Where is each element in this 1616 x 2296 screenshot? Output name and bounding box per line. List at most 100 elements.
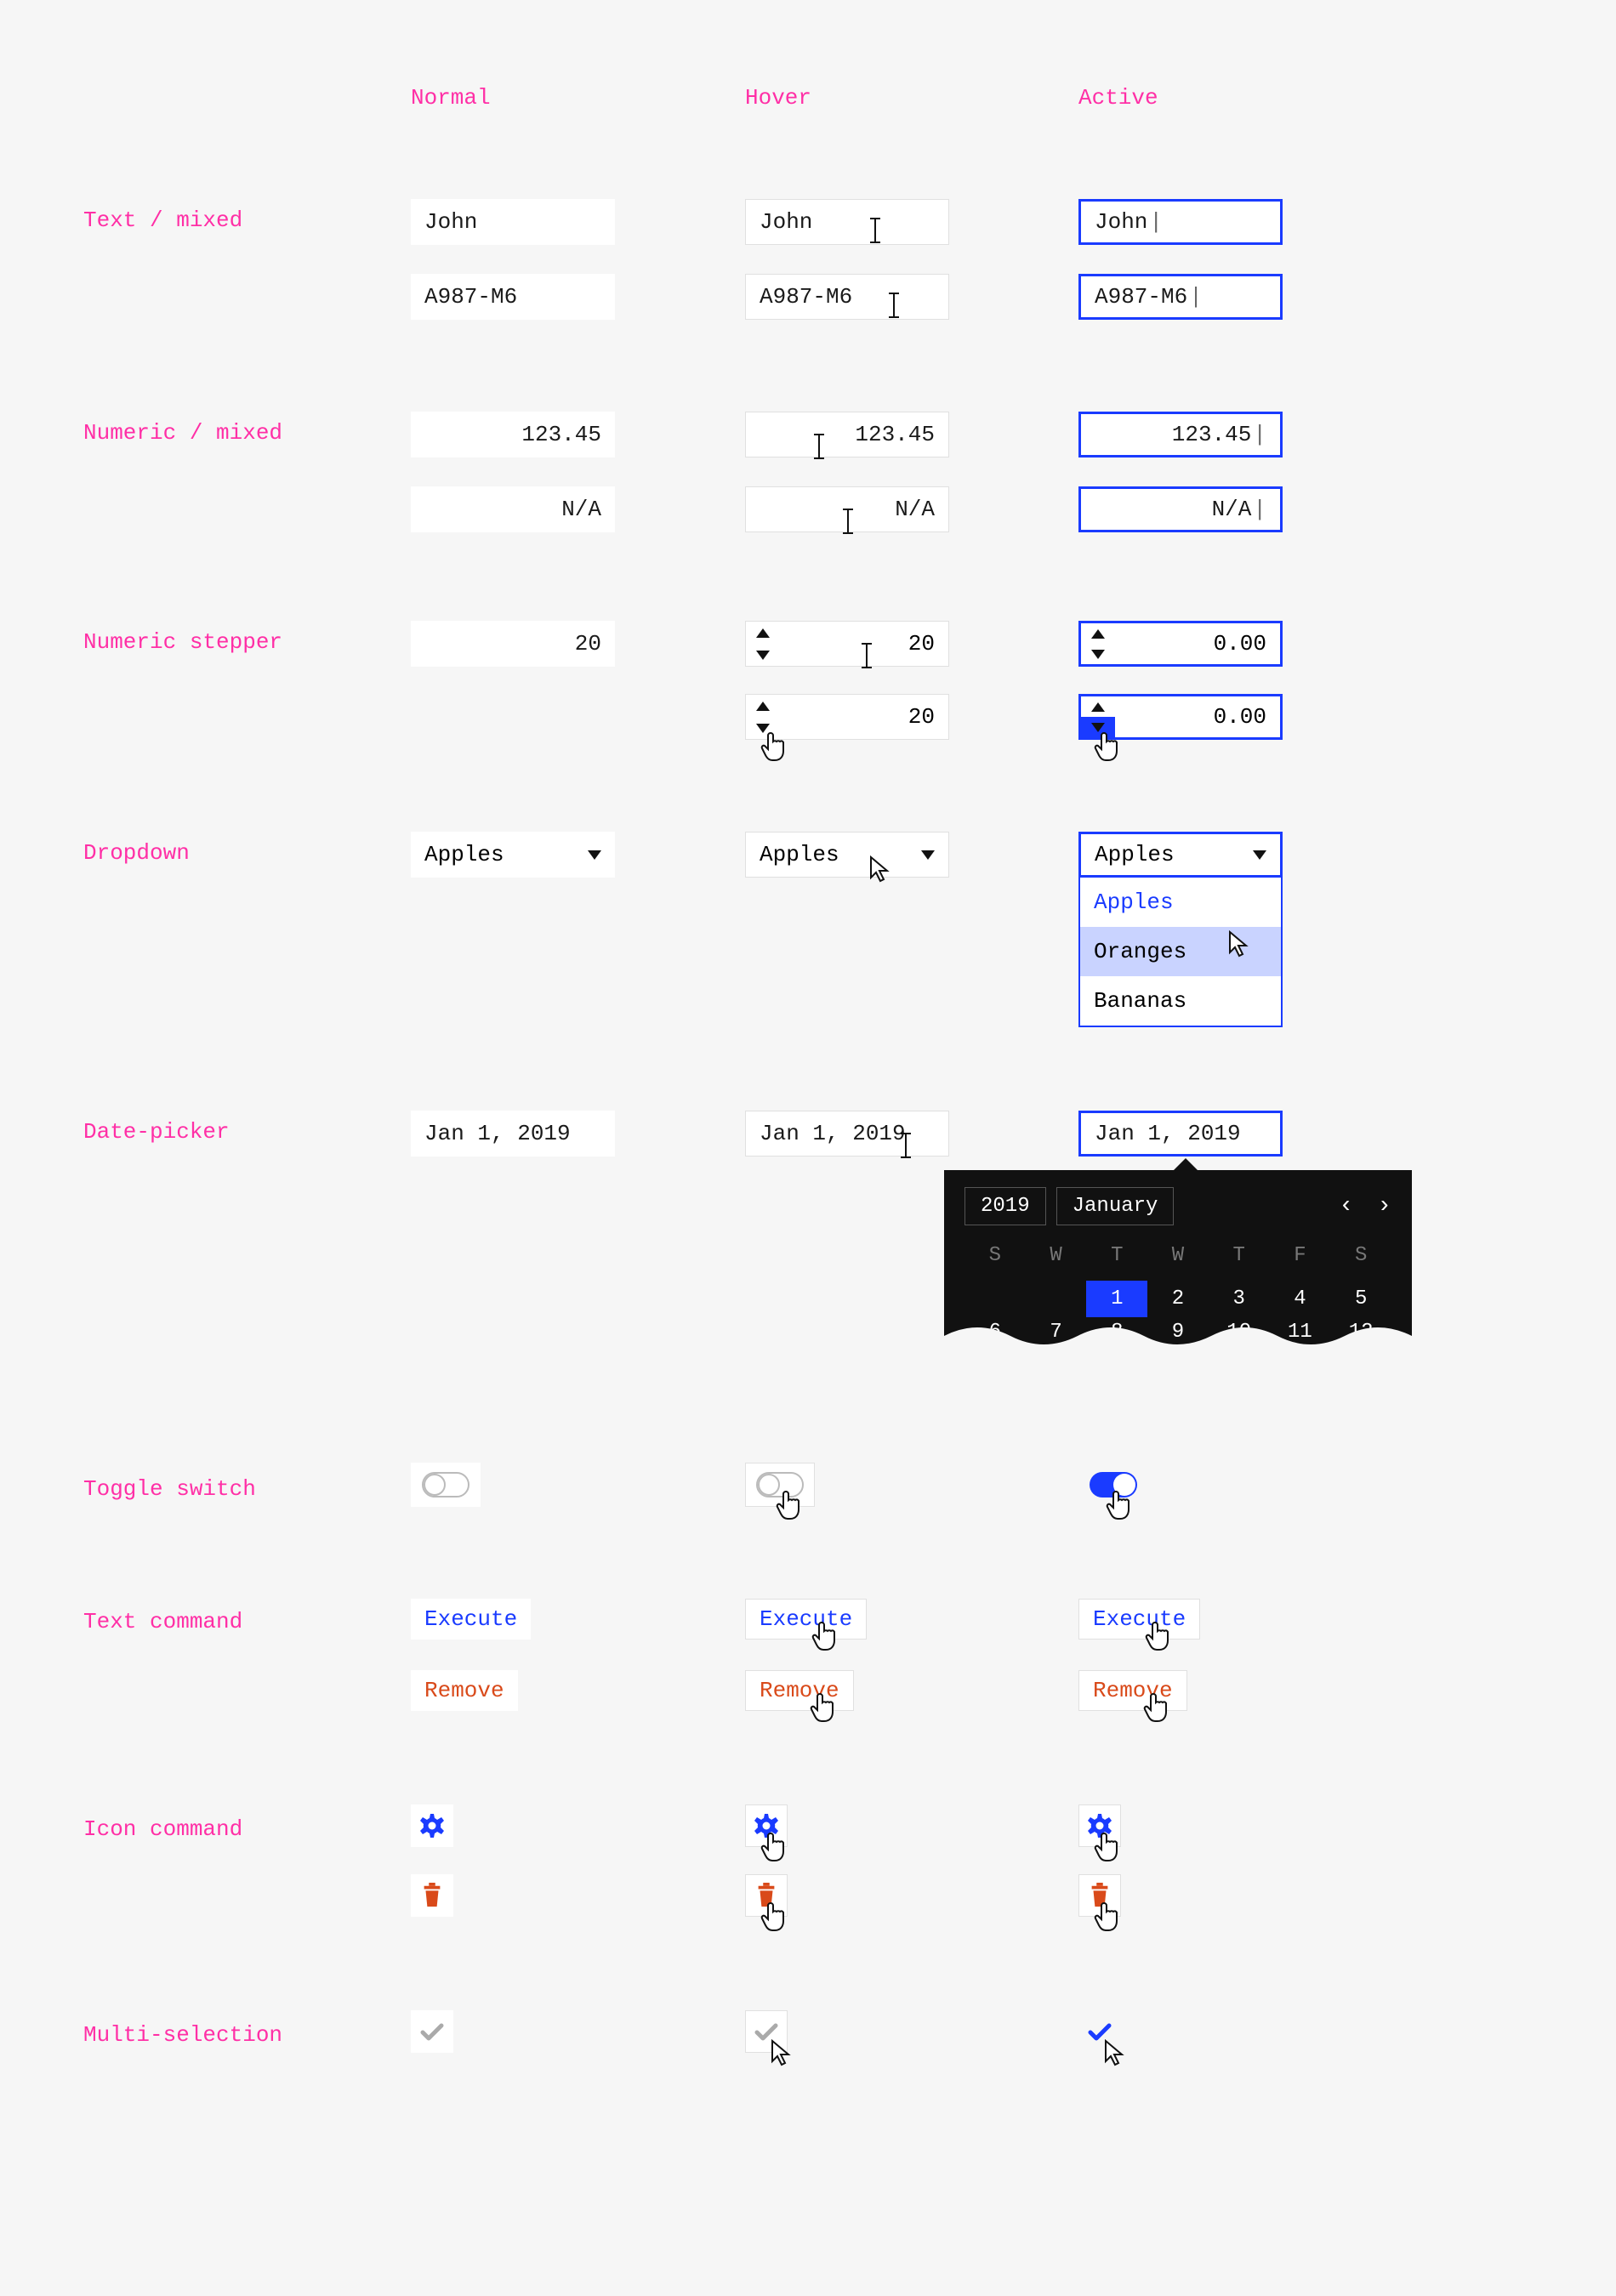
stepper-up-button[interactable] — [1081, 696, 1115, 717]
chevron-down-icon — [1091, 723, 1105, 732]
stepper-down-button[interactable] — [746, 644, 780, 666]
execute-button[interactable]: Execute — [745, 1599, 867, 1640]
gear-icon — [1084, 1812, 1115, 1839]
calendar-dow: S — [964, 1244, 1026, 1267]
numeric-input-active-2[interactable]: N/A — [1078, 486, 1283, 532]
settings-button[interactable] — [411, 1804, 453, 1847]
trash-icon — [754, 1883, 779, 1908]
row-label-dropdown: Dropdown — [83, 840, 190, 866]
dropdown-option-apples[interactable]: Apples — [1080, 878, 1281, 927]
dropdown-option-bananas[interactable]: Bananas — [1080, 976, 1281, 1026]
multi-select-checkbox[interactable] — [745, 2010, 788, 2053]
stepper-down-button[interactable] — [1081, 644, 1115, 664]
chevron-up-icon — [756, 628, 770, 638]
calendar-dow: T — [1086, 1244, 1147, 1267]
text-input-normal-2[interactable]: A987-M6 — [411, 274, 615, 320]
text-input-hover-2[interactable]: A987-M6 — [745, 274, 949, 320]
numeric-input-normal-1[interactable]: 123.45 — [411, 412, 615, 457]
calendar-day[interactable]: 4 — [1270, 1281, 1331, 1317]
stepper-up-button[interactable] — [746, 695, 780, 717]
remove-button[interactable]: Remove — [411, 1670, 518, 1711]
execute-button[interactable]: Execute — [1078, 1599, 1200, 1640]
toggle-active[interactable] — [1078, 1463, 1148, 1507]
text-input-normal-1[interactable]: John — [411, 199, 615, 245]
stepper-normal[interactable]: 20 — [411, 621, 615, 667]
calendar-next-button[interactable]: › — [1377, 1193, 1391, 1219]
dropdown-normal[interactable]: Apples — [411, 832, 615, 878]
check-icon — [1087, 2020, 1112, 2043]
multi-select-checkbox[interactable] — [1078, 2010, 1121, 2053]
toggle-hover[interactable] — [745, 1463, 815, 1507]
calendar-day[interactable] — [1026, 1281, 1087, 1317]
calendar-day[interactable] — [964, 1281, 1026, 1317]
settings-button[interactable] — [745, 1804, 788, 1847]
text-input-hover-1[interactable]: John — [745, 199, 949, 245]
row-label-textcmd: Text command — [83, 1609, 242, 1634]
calendar-dow: T — [1209, 1244, 1270, 1267]
execute-button[interactable]: Execute — [411, 1599, 531, 1640]
chevron-up-icon — [1091, 629, 1105, 639]
calendar-dow: W — [1147, 1244, 1209, 1267]
dropdown-active[interactable]: Apples — [1078, 832, 1283, 878]
calendar-day[interactable]: 3 — [1209, 1281, 1270, 1317]
calendar-popup: 2019 January ‹ › S W T W T F S 1 2 3 4 5… — [944, 1170, 1412, 1344]
stepper-up-button[interactable] — [1081, 623, 1115, 644]
stepper-active-2[interactable]: 0.00 — [1078, 694, 1283, 740]
calendar-day-selected[interactable]: 1 — [1086, 1281, 1147, 1317]
calendar-year-select[interactable]: 2019 — [964, 1187, 1046, 1225]
remove-button[interactable]: Remove — [745, 1670, 854, 1711]
stepper-up-button[interactable] — [746, 622, 780, 644]
stepper-hover-2[interactable]: 20 — [745, 694, 949, 740]
chevron-up-icon — [1091, 702, 1105, 712]
text-input-active-2[interactable]: A987-M6 — [1078, 274, 1283, 320]
chevron-down-icon — [1091, 650, 1105, 659]
toggle-knob — [424, 1474, 446, 1496]
row-label-iconcmd: Icon command — [83, 1816, 242, 1842]
numeric-input-hover-2[interactable]: N/A — [745, 486, 949, 532]
header-normal: Normal — [411, 85, 491, 111]
calendar-dow: S — [1330, 1244, 1391, 1267]
chevron-down-icon — [588, 850, 601, 860]
calendar-torn-edge: 6 7 8 9 10 11 12 — [944, 1317, 1412, 1344]
settings-button[interactable] — [1078, 1804, 1121, 1847]
text-input-active-1[interactable]: John — [1078, 199, 1283, 245]
stepper-hover-1[interactable]: 20 — [745, 621, 949, 667]
delete-button[interactable] — [745, 1874, 788, 1917]
row-label-text: Text / mixed — [83, 207, 242, 233]
chevron-down-icon — [756, 724, 770, 733]
trash-icon — [1087, 1883, 1112, 1908]
chevron-down-icon — [1253, 850, 1266, 860]
toggle-knob — [1113, 1474, 1135, 1496]
date-input-hover[interactable]: Jan 1, 2019 — [745, 1111, 949, 1157]
toggle-normal[interactable] — [411, 1463, 481, 1507]
multi-select-checkbox[interactable] — [411, 2010, 453, 2053]
remove-button[interactable]: Remove — [1078, 1670, 1187, 1711]
numeric-input-hover-1[interactable]: 123.45 — [745, 412, 949, 457]
delete-button[interactable] — [411, 1874, 453, 1917]
calendar-dow: F — [1270, 1244, 1331, 1267]
trash-icon — [419, 1883, 445, 1908]
toggle-track-on — [1090, 1472, 1137, 1498]
calendar-day[interactable]: 5 — [1330, 1281, 1391, 1317]
row-label-toggle: Toggle switch — [83, 1476, 256, 1502]
stepper-down-button[interactable] — [1081, 717, 1115, 737]
stepper-active-1[interactable]: 0.00 — [1078, 621, 1283, 667]
dropdown-hover[interactable]: Apples — [745, 832, 949, 878]
numeric-input-active-1[interactable]: 123.45 — [1078, 412, 1283, 457]
callout-tip-icon — [1174, 1158, 1198, 1170]
row-label-numeric: Numeric / mixed — [83, 420, 282, 446]
calendar-day[interactable]: 2 — [1147, 1281, 1209, 1317]
delete-button[interactable] — [1078, 1874, 1121, 1917]
calendar-prev-button[interactable]: ‹ — [1339, 1193, 1353, 1219]
calendar-month-select[interactable]: January — [1056, 1187, 1175, 1225]
date-input-normal[interactable]: Jan 1, 2019 — [411, 1111, 615, 1157]
numeric-input-normal-2[interactable]: N/A — [411, 486, 615, 532]
toggle-track-off — [756, 1472, 804, 1498]
header-hover: Hover — [745, 85, 811, 111]
date-input-active[interactable]: Jan 1, 2019 — [1078, 1111, 1283, 1157]
chevron-up-icon — [756, 702, 770, 711]
check-icon — [419, 2020, 445, 2043]
dropdown-menu: Apples Oranges Bananas — [1078, 878, 1283, 1027]
stepper-down-button[interactable] — [746, 717, 780, 739]
dropdown-option-oranges[interactable]: Oranges — [1080, 927, 1281, 976]
